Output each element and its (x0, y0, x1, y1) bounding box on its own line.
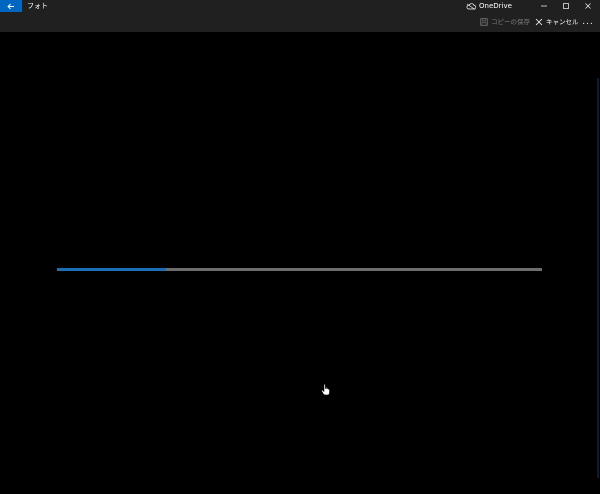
title-bar: フォト OneDrive (0, 0, 600, 12)
save-copy-icon (480, 18, 488, 26)
scrollbar-edge (597, 78, 599, 478)
maximize-button[interactable] (555, 0, 577, 12)
close-window-button[interactable] (577, 0, 599, 12)
command-bar: コピーの保存 キャンセル ... (0, 12, 600, 32)
onedrive-status[interactable]: OneDrive (466, 1, 512, 11)
progress-bar-fill (57, 268, 167, 271)
cancel-x-icon (535, 18, 543, 26)
save-copy-label: コピーの保存 (491, 18, 530, 26)
cancel-button[interactable]: キャンセル (535, 17, 579, 27)
close-icon (585, 3, 591, 9)
app-title: フォト (27, 2, 48, 10)
minimize-button[interactable] (533, 0, 555, 12)
cancel-label: キャンセル (546, 18, 579, 26)
cloud-icon (466, 2, 476, 10)
minimize-icon (541, 5, 547, 7)
maximize-icon (563, 3, 569, 9)
more-options-button[interactable]: ... (581, 16, 595, 28)
back-button[interactable] (0, 0, 22, 12)
save-copy-button[interactable]: コピーの保存 (480, 17, 530, 27)
back-arrow-icon (7, 3, 14, 9)
progress-bar (57, 268, 542, 271)
hand-cursor-icon (321, 384, 330, 396)
onedrive-label: OneDrive (479, 2, 512, 10)
